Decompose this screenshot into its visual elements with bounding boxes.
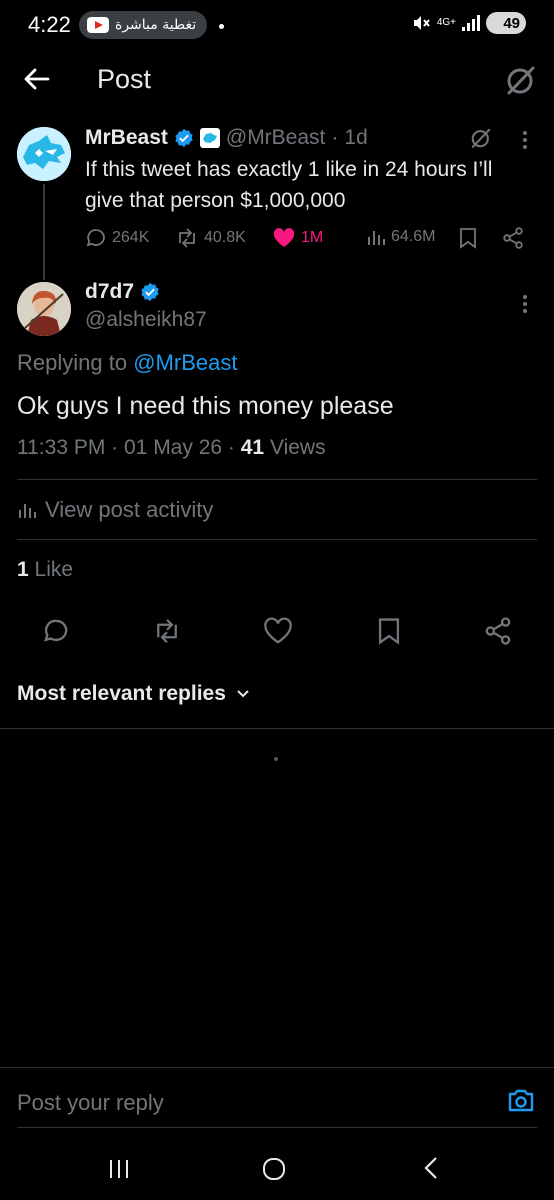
mute-icon: [413, 16, 430, 30]
replying-to-line: Replying to @MrBeast: [17, 350, 237, 376]
like-count: 1M: [301, 229, 324, 246]
author-row: MrBeast @MrBeast · 1d: [85, 126, 368, 150]
share-button[interactable]: [484, 617, 512, 645]
back-arrow-icon[interactable]: [22, 64, 52, 94]
separator: ·: [331, 126, 339, 149]
loading-indicator: [274, 757, 278, 761]
share-icon: [485, 617, 511, 645]
post-date[interactable]: 01 May 26: [124, 436, 222, 459]
bookmark-button[interactable]: [377, 617, 401, 645]
post-age: 1d: [344, 126, 368, 149]
bookmark-icon: [460, 228, 476, 249]
more-options-icon[interactable]: [522, 130, 528, 150]
tweet-text: If this tweet has exactly 1 like in 24 h…: [85, 158, 493, 212]
divider: [0, 1067, 554, 1068]
youtube-icon: [87, 17, 109, 33]
recent-apps-icon[interactable]: [108, 1158, 130, 1180]
repost-icon: [157, 618, 177, 644]
repost-count: 40.8K: [204, 229, 246, 246]
grok-icon[interactable]: [505, 64, 537, 96]
reply-sort-label: Most relevant replies: [17, 682, 226, 705]
network-type: 4G+: [436, 17, 456, 28]
divider: [17, 479, 537, 480]
page-title: Post: [97, 64, 152, 94]
reply-button[interactable]: [42, 617, 70, 645]
mention-link[interactable]: @MrBeast: [133, 350, 237, 375]
affiliate-logo-icon: [199, 128, 220, 148]
author-row: d7d7: [85, 280, 160, 304]
views-label: Views: [269, 436, 326, 459]
notification-dot: [219, 24, 224, 29]
back-icon[interactable]: [423, 1156, 439, 1180]
signal-icon: [462, 15, 480, 31]
heart-icon: [264, 617, 292, 644]
views-count: 64.6M: [391, 228, 436, 245]
post-time[interactable]: 11:33 PM: [17, 436, 105, 459]
verified-badge-icon: [141, 282, 159, 302]
share-button[interactable]: [502, 227, 524, 249]
likes-summary[interactable]: 1 Like: [17, 558, 73, 582]
status-time: 4:22: [28, 12, 71, 37]
home-icon[interactable]: [262, 1157, 286, 1181]
divider: [0, 728, 554, 729]
thread-line: [43, 184, 45, 280]
avatar[interactable]: [17, 282, 71, 336]
divider: [17, 1127, 537, 1128]
more-options-icon[interactable]: [522, 294, 528, 314]
divider: [17, 539, 537, 540]
replying-prefix: Replying to: [17, 350, 128, 375]
reply-sort-dropdown[interactable]: Most relevant replies: [17, 682, 250, 706]
live-coverage-pill[interactable]: تغطية مباشرة: [79, 11, 207, 39]
reply-input[interactable]: Post your reply: [17, 1090, 164, 1116]
share-icon: [503, 227, 523, 249]
chevron-down-icon: [237, 690, 249, 698]
author-name[interactable]: MrBeast: [85, 126, 168, 150]
bookmark-button[interactable]: [459, 227, 477, 249]
repost-action[interactable]: 40.8K: [175, 227, 246, 249]
view-post-activity-button[interactable]: View post activity: [17, 497, 213, 523]
camera-icon[interactable]: [507, 1087, 535, 1113]
bookmark-icon: [378, 618, 400, 645]
repost-icon: [179, 228, 195, 248]
battery-indicator: 49: [486, 12, 526, 34]
reply-icon: [44, 619, 68, 642]
verified-badge-icon: [175, 128, 193, 148]
analytics-icon: [19, 504, 36, 518]
reply-icon: [86, 229, 105, 247]
post-text: Ok guys I need this money please: [17, 392, 394, 420]
avatar[interactable]: [17, 127, 71, 181]
heart-filled-icon: [273, 228, 295, 247]
like-number: 1: [17, 558, 29, 581]
views-action[interactable]: 64.6M: [366, 227, 435, 247]
like-button[interactable]: [263, 617, 293, 645]
repost-button[interactable]: [152, 617, 182, 645]
activity-label: View post activity: [45, 497, 214, 522]
views-count: 41: [240, 436, 265, 459]
author-handle: @MrBeast: [225, 126, 326, 149]
like-action[interactable]: 1M: [272, 227, 323, 249]
author-name[interactable]: d7d7: [85, 280, 134, 304]
views-icon: [368, 231, 385, 245]
post-meta: 11:33 PM · 01 May 26 · 41 Views: [17, 436, 326, 459]
live-coverage-label: تغطية مباشرة: [115, 17, 197, 33]
reply-action[interactable]: 264K: [85, 227, 149, 249]
reply-count: 264K: [112, 229, 150, 246]
like-label: Like: [34, 558, 74, 581]
grok-icon[interactable]: [470, 127, 492, 149]
author-handle: @alsheikh87: [85, 308, 207, 331]
status-icons: 4G+ 49: [411, 12, 526, 34]
